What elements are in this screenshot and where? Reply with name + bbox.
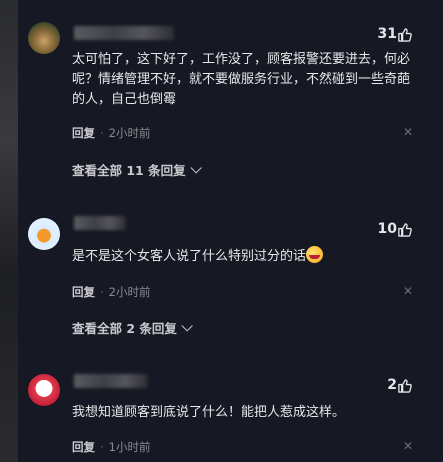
comment-meta: 回复 · 2小时前 <box>72 125 150 141</box>
view-replies-label: 查看全部 11 条回复 <box>72 163 186 178</box>
username-blurred[interactable] <box>74 26 174 40</box>
view-replies-button[interactable]: 查看全部 2 条回复 <box>72 318 193 337</box>
close-icon[interactable]: ✕ <box>403 439 413 453</box>
timestamp: 2小时前 <box>108 126 151 140</box>
reply-button[interactable]: 回复 <box>72 439 95 455</box>
chevron-down-icon <box>181 319 193 332</box>
thumbs-up-icon[interactable] <box>397 27 412 42</box>
comment-text: 我想知道顾客到底说了什么！能把人惹成这样。 <box>72 405 346 420</box>
timestamp: 1小时前 <box>108 440 151 454</box>
laughing-emoji-icon <box>306 246 324 263</box>
username-blurred[interactable] <box>74 216 126 230</box>
view-replies-label: 查看全部 2 条回复 <box>72 321 177 336</box>
like-count: 10 <box>377 221 397 237</box>
video-edge <box>0 0 18 462</box>
avatar[interactable] <box>28 22 60 54</box>
separator-dot: · <box>100 126 104 140</box>
close-icon[interactable]: ✕ <box>403 125 413 139</box>
avatar[interactable] <box>28 218 60 250</box>
comment-text: 是不是这个女客人说了什么特别过分的话 <box>72 246 419 267</box>
comment-item: 2 我想知道顾客到底说了什么！能把人惹成这样。 回复 · 1小时前 ✕ <box>18 355 443 462</box>
thumbs-up-icon[interactable] <box>397 222 412 237</box>
username-blurred[interactable] <box>74 374 148 388</box>
like-count: 2 <box>387 377 397 393</box>
close-icon[interactable]: ✕ <box>403 284 413 298</box>
view-replies-button[interactable]: 查看全部 11 条回复 <box>72 160 202 179</box>
comment-meta: 回复 · 1小时前 <box>72 439 150 455</box>
comment-item: 31 太可怕了，这下好了，工作没了，顾客报警还要进去，何必呢？情绪管理不好，就不… <box>18 0 443 190</box>
chevron-down-icon <box>190 161 202 174</box>
comment-text: 太可怕了，这下好了，工作没了，顾客报警还要进去，何必呢？情绪管理不好，就不要做服… <box>72 52 411 107</box>
reply-button[interactable]: 回复 <box>72 284 95 300</box>
avatar[interactable] <box>28 374 60 406</box>
like-count: 31 <box>377 26 397 42</box>
timestamp: 2小时前 <box>108 285 151 299</box>
separator-dot: · <box>100 285 104 299</box>
comment-text-body: 是不是这个女客人说了什么特别过分的话 <box>72 249 307 264</box>
thumbs-up-icon[interactable] <box>397 378 412 393</box>
comment-meta: 回复 · 2小时前 <box>72 284 150 300</box>
separator-dot: · <box>100 440 104 454</box>
comment-item: 10 是不是这个女客人说了什么特别过分的话 回复 · 2小时前 ✕ 查看全部 2… <box>18 200 443 350</box>
reply-button[interactable]: 回复 <box>72 125 95 141</box>
